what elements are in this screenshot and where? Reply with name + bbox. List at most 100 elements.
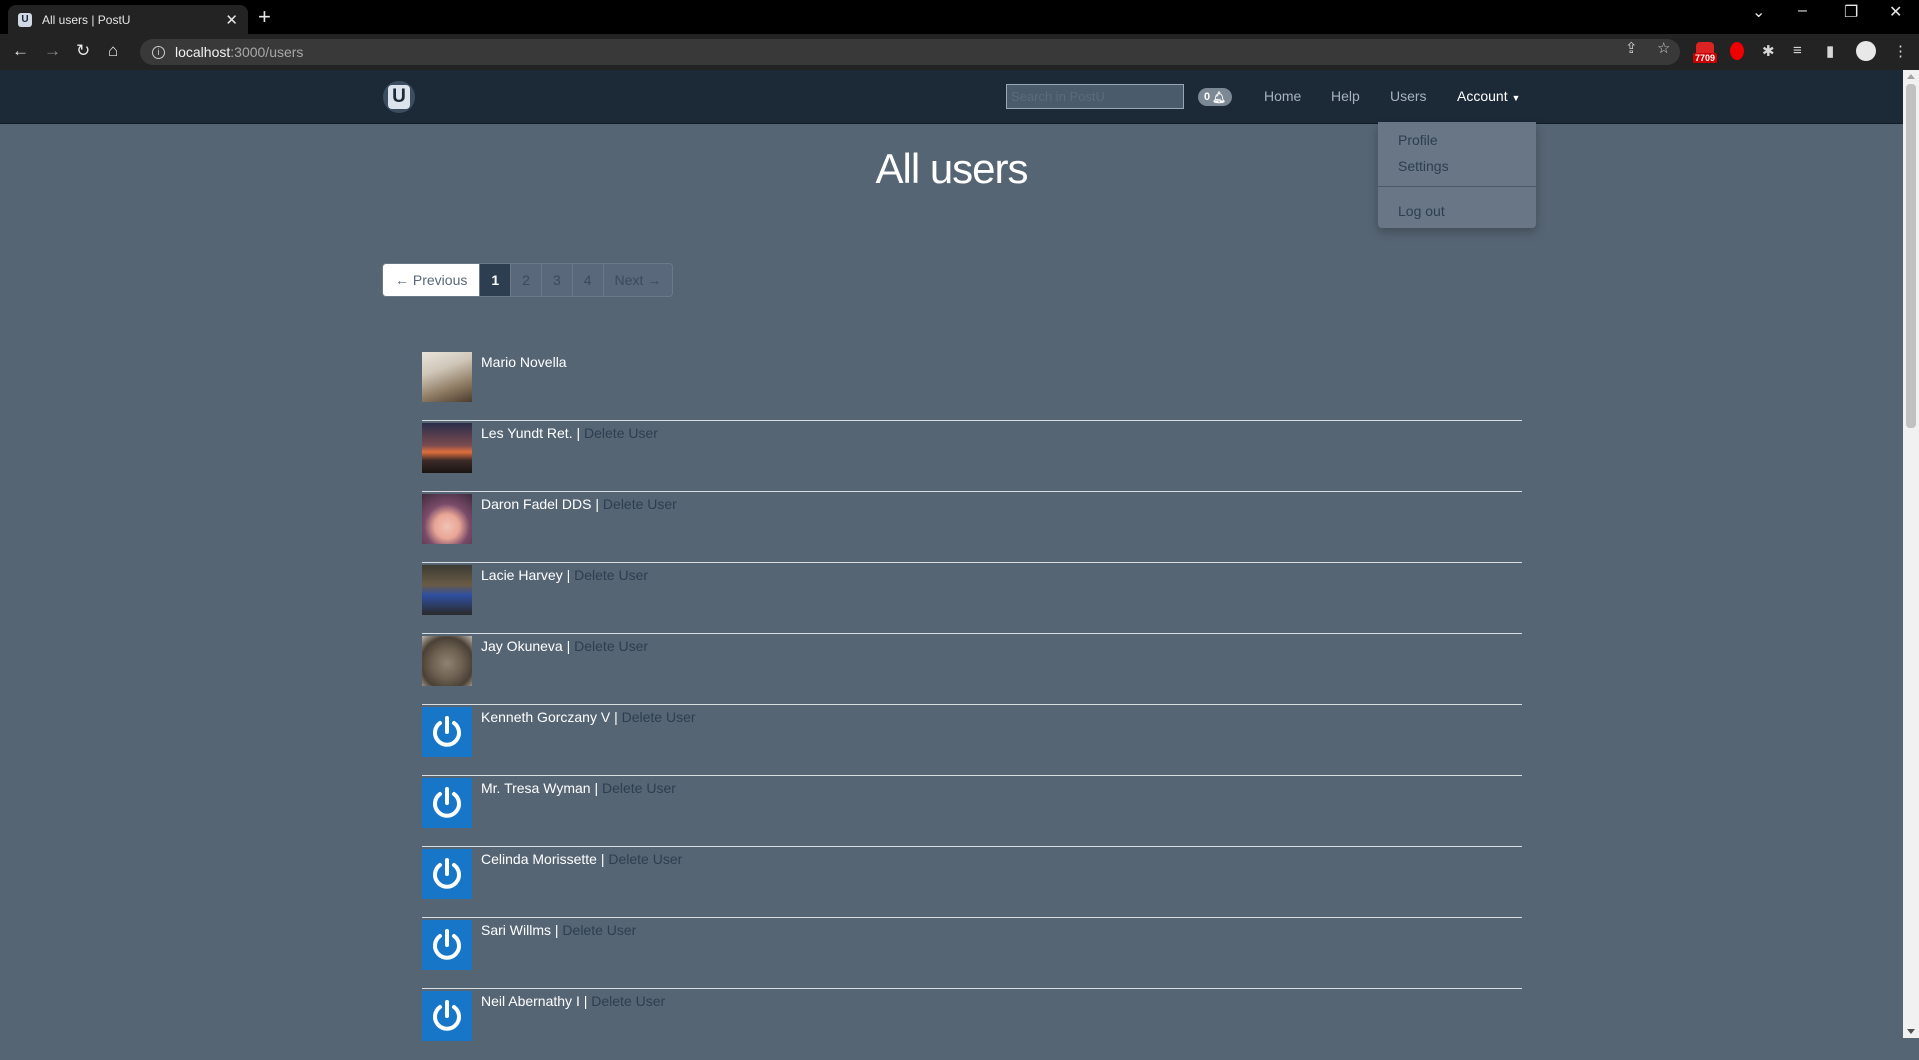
delete-user-link[interactable]: Delete User xyxy=(602,780,676,796)
user-name-link[interactable]: Mr. Tresa Wyman xyxy=(481,780,591,796)
site-favicon-icon: U xyxy=(18,12,32,27)
pagination: ← Previous 1 2 3 4 Next → xyxy=(382,263,674,297)
user-name-link[interactable]: Lacie Harvey xyxy=(481,567,563,583)
account-label: Account xyxy=(1457,88,1508,104)
pagination-page-2[interactable]: 2 xyxy=(511,264,542,296)
browser-tab-bar: U All users | PostU ✕ + ⌄ – ❐ ✕ xyxy=(0,0,1919,34)
scroll-down-arrow-icon[interactable] xyxy=(1907,1029,1915,1034)
pagination-next[interactable]: Next → xyxy=(603,264,673,296)
delete-user-link[interactable]: Delete User xyxy=(608,851,682,867)
pagination-page-4[interactable]: 4 xyxy=(572,264,604,296)
user-name-link[interactable]: Neil Abernathy I xyxy=(481,993,580,1009)
separator: | xyxy=(562,638,575,654)
user-name-link[interactable]: Jay Okuneva xyxy=(481,638,563,654)
caret-down-icon: ▼ xyxy=(1511,93,1521,103)
forward-arrow-icon[interactable]: → xyxy=(44,41,61,61)
separator: | xyxy=(572,425,585,441)
bell-icon: 🔔︎ xyxy=(1212,91,1227,104)
delete-user-link[interactable]: Delete User xyxy=(622,709,696,725)
tab-title: All users | PostU xyxy=(42,12,131,27)
bookmark-star-icon[interactable]: ☆ xyxy=(1657,39,1670,57)
user-avatar xyxy=(422,565,472,615)
red-extension-icon[interactable] xyxy=(1730,42,1744,60)
extension-badge: 7709 xyxy=(1693,53,1718,63)
site-navbar: U 0 🔔︎ Home Help Users Account ▼ xyxy=(0,70,1903,124)
address-bar[interactable]: i localhost:3000/users xyxy=(140,39,1680,65)
scroll-up-arrow-icon[interactable] xyxy=(1907,74,1915,79)
pagination-page-3[interactable]: 3 xyxy=(541,264,573,296)
delete-user-link[interactable]: Delete User xyxy=(562,922,636,938)
separator: | xyxy=(562,567,575,583)
user-row: Sari Willms | Delete User xyxy=(422,918,1522,989)
page-scrollbar[interactable] xyxy=(1903,70,1919,1038)
browser-tab[interactable]: U All users | PostU ✕ xyxy=(8,5,248,34)
user-name-link[interactable]: Kenneth Gorczany V xyxy=(481,709,610,725)
separator: | xyxy=(579,993,592,1009)
delete-user-link[interactable]: Delete User xyxy=(574,567,648,583)
reading-list-icon[interactable]: ≡ xyxy=(1793,42,1802,59)
user-row: Lacie Harvey | Delete User xyxy=(422,563,1522,634)
user-info: Mario Novella xyxy=(481,354,567,370)
notifications-badge[interactable]: 0 🔔︎ xyxy=(1198,88,1233,106)
user-row: Mr. Tresa Wyman | Delete User xyxy=(422,776,1522,847)
home-icon[interactable]: ⌂ xyxy=(108,41,118,61)
nav-home-link[interactable]: Home xyxy=(1264,88,1301,104)
share-icon[interactable]: ⇪ xyxy=(1625,39,1638,57)
user-info: Celinda Morissette | Delete User xyxy=(481,851,682,867)
user-name-link[interactable]: Celinda Morissette xyxy=(481,851,597,867)
separator: | xyxy=(596,851,609,867)
scrollbar-thumb[interactable] xyxy=(1906,84,1916,428)
pagination-page-1[interactable]: 1 xyxy=(480,264,512,296)
site-logo[interactable]: U xyxy=(383,81,415,113)
browser-menu-icon[interactable]: ⋮ xyxy=(1893,42,1908,60)
menu-item-logout[interactable]: Log out xyxy=(1398,203,1445,219)
separator: | xyxy=(590,780,602,796)
new-tab-icon[interactable]: + xyxy=(258,5,271,29)
delete-user-link[interactable]: Delete User xyxy=(584,425,658,441)
user-info: Sari Willms | Delete User xyxy=(481,922,636,938)
user-row: Neil Abernathy I | Delete User xyxy=(422,989,1522,1060)
close-window-icon[interactable]: ✕ xyxy=(1889,2,1902,22)
user-name-link[interactable]: Sari Willms xyxy=(481,922,551,938)
user-avatar xyxy=(422,636,472,686)
user-name-link[interactable]: Mario Novella xyxy=(481,354,567,370)
user-avatar xyxy=(422,352,472,402)
url-path: :3000/users xyxy=(230,44,304,60)
nav-users-link[interactable]: Users xyxy=(1390,88,1427,104)
user-info: Lacie Harvey | Delete User xyxy=(481,567,648,583)
notification-count: 0 xyxy=(1204,91,1211,103)
separator: | xyxy=(591,496,603,512)
user-info: Daron Fadel DDS | Delete User xyxy=(481,496,677,512)
search-input[interactable] xyxy=(1006,84,1184,109)
user-row: Les Yundt Ret. | Delete User xyxy=(422,421,1522,492)
nav-account-dropdown-toggle[interactable]: Account ▼ xyxy=(1457,88,1520,104)
user-name-link[interactable]: Daron Fadel DDS xyxy=(481,496,592,512)
delete-user-link[interactable]: Delete User xyxy=(603,496,677,512)
tab-search-chevron-icon[interactable]: ⌄ xyxy=(1752,2,1765,22)
user-avatar xyxy=(422,423,472,473)
user-info: Mr. Tresa Wyman | Delete User xyxy=(481,780,676,796)
minimize-icon[interactable]: – xyxy=(1798,2,1807,20)
separator: | xyxy=(610,709,622,725)
back-arrow-icon[interactable]: ← xyxy=(12,41,29,61)
power-icon xyxy=(422,991,472,1041)
user-row: Kenneth Gorczany V | Delete User xyxy=(422,705,1522,776)
profile-avatar-icon[interactable] xyxy=(1856,41,1876,61)
separator: | xyxy=(551,922,563,938)
reload-icon[interactable]: ↻ xyxy=(76,41,90,61)
nav-help-link[interactable]: Help xyxy=(1331,88,1360,104)
delete-user-link[interactable]: Delete User xyxy=(574,638,648,654)
site-info-icon[interactable]: i xyxy=(152,45,165,59)
side-panel-icon[interactable]: ▮ xyxy=(1826,42,1834,60)
pagination-previous[interactable]: ← Previous xyxy=(383,264,481,296)
close-tab-icon[interactable]: ✕ xyxy=(225,11,238,29)
user-info: Neil Abernathy I | Delete User xyxy=(481,993,665,1009)
user-row: Celinda Morissette | Delete User xyxy=(422,847,1522,918)
power-icon xyxy=(422,707,472,757)
power-icon xyxy=(422,849,472,899)
restore-icon[interactable]: ❐ xyxy=(1844,2,1858,22)
delete-user-link[interactable]: Delete User xyxy=(591,993,665,1009)
extensions-puzzle-icon[interactable]: ✱ xyxy=(1762,42,1775,60)
user-list: Mario Novella Les Yundt Ret. | Delete Us… xyxy=(422,350,1522,1060)
user-name-link[interactable]: Les Yundt Ret. xyxy=(481,425,573,441)
